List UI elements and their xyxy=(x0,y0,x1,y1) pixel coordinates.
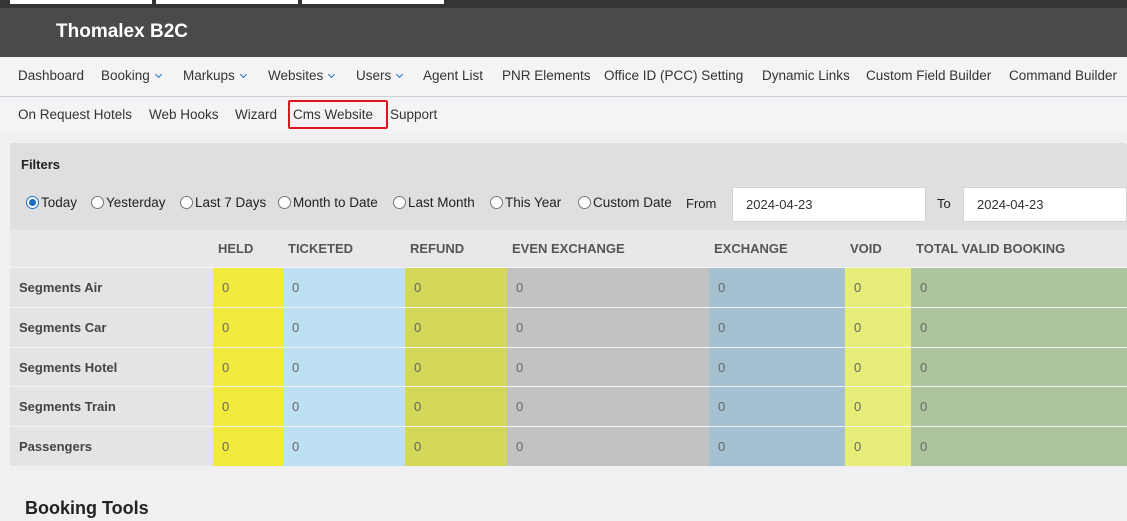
to-date-input[interactable] xyxy=(963,187,1127,222)
table-cell: 0 xyxy=(507,267,709,307)
app-header: Thomalex B2C xyxy=(0,8,1127,57)
table-cell: 0 xyxy=(213,306,283,347)
table-cell: 0 xyxy=(845,426,911,466)
filter-this-year[interactable]: This Year xyxy=(490,195,561,210)
nav-websites[interactable]: Websites xyxy=(268,68,336,83)
chevron-down-icon xyxy=(328,70,336,79)
top-strip-tab[interactable] xyxy=(156,0,298,4)
table-cell: 0 xyxy=(283,426,405,466)
filters-title: Filters xyxy=(21,157,61,172)
nav-booking[interactable]: Booking xyxy=(101,68,162,83)
table-cell: 0 xyxy=(213,426,283,466)
nav-custom-field-builder[interactable]: Custom Field Builder xyxy=(866,68,991,83)
top-strip-tab[interactable] xyxy=(302,0,444,4)
radio-checked-icon[interactable] xyxy=(26,196,39,209)
summary-table: HELD TICKETED REFUND EVEN EXCHANGE EXCHA… xyxy=(10,230,1127,466)
column-header-total-valid-booking: TOTAL VALID BOOKING xyxy=(911,230,1127,267)
radio-icon[interactable] xyxy=(278,196,291,209)
nav-command-builder[interactable]: Command Builder xyxy=(1009,68,1117,83)
browser-top-strip xyxy=(0,0,1127,8)
table-cell: 0 xyxy=(213,346,283,387)
table-cell: 0 xyxy=(405,386,507,427)
table-cell: 0 xyxy=(845,267,911,307)
column-header-even-exchange: EVEN EXCHANGE xyxy=(507,230,709,267)
chevron-down-icon xyxy=(396,70,404,79)
row-label: Passengers xyxy=(10,426,213,466)
column-header-held: HELD xyxy=(213,230,283,267)
column-header-exchange: EXCHANGE xyxy=(709,230,845,267)
radio-icon[interactable] xyxy=(578,196,591,209)
table-cell: 0 xyxy=(709,267,845,307)
table-cell: 0 xyxy=(507,346,709,387)
table-cell: 0 xyxy=(911,386,1127,427)
table-cell: 0 xyxy=(405,267,507,307)
nav-dashboard[interactable]: Dashboard xyxy=(18,68,84,83)
filter-last-7-days[interactable]: Last 7 Days xyxy=(180,195,266,210)
table-cell: 0 xyxy=(283,346,405,387)
table-cell: 0 xyxy=(845,306,911,347)
top-strip-tab[interactable] xyxy=(10,0,152,4)
table-cell: 0 xyxy=(911,306,1127,347)
nav-on-request-hotels[interactable]: On Request Hotels xyxy=(18,107,132,122)
row-label: Segments Air xyxy=(10,267,213,307)
table-cell: 0 xyxy=(845,386,911,427)
chevron-down-icon xyxy=(239,70,247,79)
table-cell: 0 xyxy=(405,346,507,387)
table-cell: 0 xyxy=(507,426,709,466)
radio-icon[interactable] xyxy=(490,196,503,209)
table-header-blank xyxy=(10,230,213,267)
table-cell: 0 xyxy=(709,386,845,427)
nav-dynamic-links[interactable]: Dynamic Links xyxy=(762,68,850,83)
table-cell: 0 xyxy=(709,426,845,466)
table-cell: 0 xyxy=(283,267,405,307)
radio-icon[interactable] xyxy=(91,196,104,209)
filter-custom-date[interactable]: Custom Date xyxy=(578,195,672,210)
primary-nav: Dashboard Booking Markups Websites Users… xyxy=(0,57,1127,97)
from-date-input[interactable] xyxy=(732,187,926,222)
nav-pnr-elements[interactable]: PNR Elements xyxy=(502,68,591,83)
table-cell: 0 xyxy=(911,426,1127,466)
radio-icon[interactable] xyxy=(180,196,193,209)
table-cell: 0 xyxy=(911,267,1127,307)
table-cell: 0 xyxy=(283,306,405,347)
from-label: From xyxy=(686,196,717,211)
table-cell: 0 xyxy=(507,306,709,347)
filters-panel: Filters Today Yesterday Last 7 Days Mont… xyxy=(10,143,1127,466)
table-cell: 0 xyxy=(709,306,845,347)
filter-today[interactable]: Today xyxy=(26,195,77,210)
filter-month-to-date[interactable]: Month to Date xyxy=(278,195,378,210)
table-cell: 0 xyxy=(405,306,507,347)
row-label: Segments Car xyxy=(10,306,213,347)
column-header-refund: REFUND xyxy=(405,230,507,267)
radio-icon[interactable] xyxy=(393,196,406,209)
nav-agent-list[interactable]: Agent List xyxy=(423,68,483,83)
table-cell: 0 xyxy=(213,386,283,427)
table-cell: 0 xyxy=(213,267,283,307)
brand-title[interactable]: Thomalex B2C xyxy=(56,21,188,43)
table-cell: 0 xyxy=(845,346,911,387)
filter-last-month[interactable]: Last Month xyxy=(393,195,475,210)
table-cell: 0 xyxy=(283,386,405,427)
nav-office-id-setting[interactable]: Office ID (PCC) Setting xyxy=(604,68,743,83)
nav-users[interactable]: Users xyxy=(356,68,404,83)
column-header-void: VOID xyxy=(845,230,911,267)
row-label: Segments Hotel xyxy=(10,346,213,387)
secondary-nav: On Request Hotels Web Hooks Wizard Cms W… xyxy=(0,97,1127,133)
table-cell: 0 xyxy=(405,426,507,466)
table-cell: 0 xyxy=(709,346,845,387)
row-label: Segments Train xyxy=(10,386,213,427)
column-header-ticketed: TICKETED xyxy=(283,230,405,267)
nav-wizard[interactable]: Wizard xyxy=(235,107,277,122)
chevron-down-icon xyxy=(154,70,162,79)
nav-support[interactable]: Support xyxy=(390,107,437,122)
filter-yesterday[interactable]: Yesterday xyxy=(91,195,166,210)
table-cell: 0 xyxy=(507,386,709,427)
nav-web-hooks[interactable]: Web Hooks xyxy=(149,107,219,122)
table-cell: 0 xyxy=(911,346,1127,387)
nav-cms-website[interactable]: Cms Website xyxy=(293,107,373,122)
booking-tools-title: Booking Tools xyxy=(25,498,149,518)
to-label: To xyxy=(937,196,951,211)
nav-markups[interactable]: Markups xyxy=(183,68,247,83)
